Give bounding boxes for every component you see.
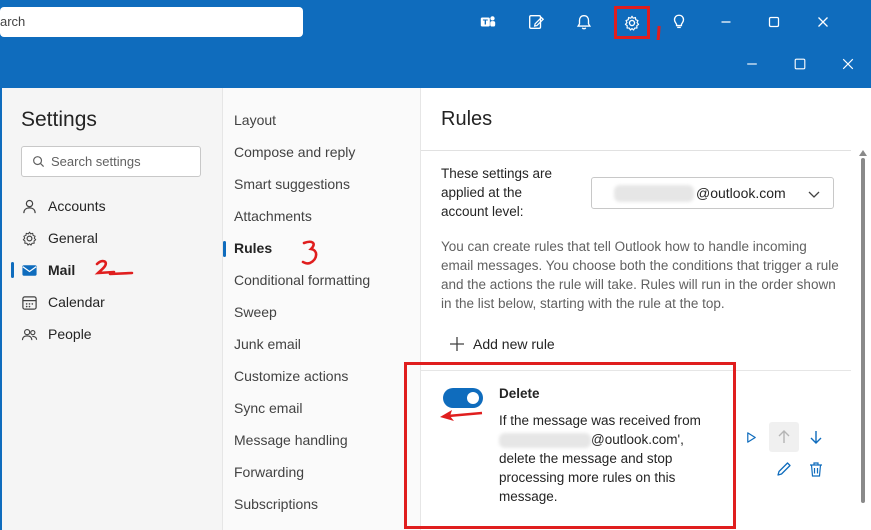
subnav-item-message-handling[interactable]: Message handling [234, 432, 348, 448]
add-new-rule-label: Add new rule [473, 336, 555, 352]
account-select-dropdown[interactable]: @outlook.com [591, 177, 834, 209]
nav-item-mail[interactable]: Mail [21, 258, 75, 282]
plus-icon [450, 337, 464, 351]
annotation-arrow-icon [440, 410, 483, 421]
subnav-item-sync-email[interactable]: Sync email [234, 400, 302, 416]
mail-settings-subnav: Layout Compose and reply Smart suggestio… [222, 88, 421, 530]
nav-item-label: Accounts [48, 198, 106, 214]
search-icon [33, 156, 45, 168]
gear-icon [22, 231, 37, 246]
dialog-title-bar [2, 40, 871, 88]
nav-item-label: Calendar [48, 294, 105, 310]
content-scrollbar[interactable] [861, 158, 865, 503]
dialog-maximize-icon[interactable] [790, 54, 810, 74]
dialog-minimize-icon[interactable] [742, 54, 762, 74]
gear-icon [624, 15, 640, 31]
dialog-close-icon[interactable] [838, 54, 858, 74]
subnav-item-rules[interactable]: Rules [234, 240, 272, 256]
nav-item-accounts[interactable]: Accounts [21, 194, 106, 218]
edit-rule-button[interactable] [774, 459, 794, 479]
redacted-account-name [614, 185, 694, 202]
app-search-box[interactable]: arch [0, 7, 303, 37]
arrow-down-icon [810, 431, 822, 444]
nav-item-calendar[interactable]: Calendar [21, 290, 105, 314]
nav-selection-indicator [11, 262, 14, 278]
title-divider [421, 150, 851, 151]
pencil-icon [777, 462, 791, 476]
compose-note-icon[interactable] [524, 10, 548, 34]
settings-search-input[interactable]: Search settings [21, 146, 201, 177]
subnav-selection-indicator [223, 241, 226, 257]
lightbulb-icon[interactable] [667, 10, 691, 34]
page-title: Rules [441, 108, 493, 130]
nav-item-people[interactable]: People [21, 322, 92, 346]
bell-icon[interactable] [572, 10, 596, 34]
minimize-icon[interactable] [714, 10, 738, 34]
move-rule-up-button[interactable] [769, 422, 799, 452]
settings-category-nav: Settings Search settings Accounts Genera… [2, 88, 222, 530]
nav-item-label: General [48, 230, 98, 246]
trash-icon [810, 462, 822, 477]
add-new-rule-button[interactable]: Add new rule [449, 336, 555, 352]
app-top-bar: arch T [0, 0, 871, 45]
subnav-item-attachments[interactable]: Attachments [234, 208, 312, 224]
app-search-text: arch [0, 14, 26, 29]
account-level-text: These settings are applied at the accoun… [441, 166, 553, 219]
nav-item-label: Mail [48, 262, 76, 278]
subnav-item-smart-suggestions[interactable]: Smart suggestions [234, 176, 350, 192]
move-rule-down-button[interactable] [806, 427, 826, 447]
subnav-item-compose-and-reply[interactable]: Compose and reply [234, 144, 355, 160]
svg-text:T: T [483, 18, 488, 27]
run-rule-play-icon[interactable] [741, 427, 761, 447]
people-icon [21, 328, 38, 340]
rules-description: You can create rules that tell Outlook h… [441, 239, 839, 311]
subnav-item-layout[interactable]: Layout [234, 112, 276, 128]
account-select-value: @outlook.com [696, 185, 786, 201]
scroll-up-arrow-icon[interactable] [859, 150, 867, 156]
delete-rule-button[interactable] [806, 459, 826, 479]
person-icon [23, 199, 36, 213]
subnav-item-conditional-formatting[interactable]: Conditional formatting [234, 272, 370, 288]
mail-icon [22, 264, 37, 276]
maximize-icon[interactable] [762, 10, 786, 34]
settings-gear-button[interactable] [614, 6, 650, 39]
nav-item-label: People [48, 326, 92, 342]
teams-icon[interactable]: T [476, 10, 500, 34]
chevron-down-icon [808, 191, 820, 198]
settings-search-placeholder: Search settings [51, 154, 141, 169]
subnav-item-subscriptions[interactable]: Subscriptions [234, 496, 318, 512]
subnav-item-junk-email[interactable]: Junk email [234, 336, 301, 352]
subnav-item-customize-actions[interactable]: Customize actions [234, 368, 348, 384]
calendar-icon [22, 295, 37, 310]
arrow-up-icon [778, 430, 790, 443]
nav-item-general[interactable]: General [21, 226, 98, 250]
annotation-highlight-box [404, 362, 736, 529]
subnav-item-sweep[interactable]: Sweep [234, 304, 277, 320]
annotation-step-3-mark [301, 240, 318, 265]
annotation-step-2-mark [94, 259, 134, 276]
close-icon[interactable] [811, 10, 835, 34]
subnav-item-forwarding[interactable]: Forwarding [234, 464, 304, 480]
settings-title: Settings [21, 108, 97, 131]
